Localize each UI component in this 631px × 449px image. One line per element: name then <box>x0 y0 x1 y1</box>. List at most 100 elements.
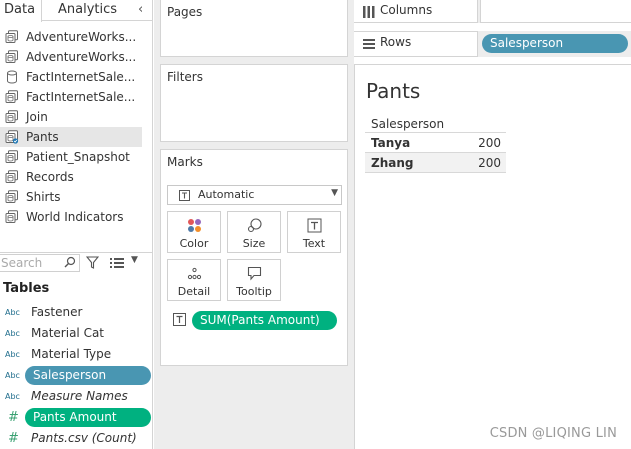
text-label-icon <box>307 218 322 233</box>
crosstab: Salesperson Tanya 200 Zhang 200 <box>365 115 506 173</box>
field-item[interactable]: Abc Measure Names <box>0 386 153 407</box>
data-source-item[interactable]: Pants <box>0 127 142 147</box>
detail-button-label: Detail <box>177 285 211 298</box>
data-source-item[interactable]: FactInternetSale... <box>0 67 153 87</box>
data-pane: Data Analytics ‹ AdventureWorks... Advent… <box>0 0 153 449</box>
columns-drop-zone[interactable] <box>480 0 631 23</box>
text-button[interactable]: Text <box>287 211 341 253</box>
datasource-stack-icon <box>5 210 19 224</box>
field-item[interactable]: # Pants.csv (Count) <box>0 428 153 449</box>
shelves-pane: Pages Filters Marks Automatic ▼ Color Si… <box>154 0 354 449</box>
rows-dimension-pill[interactable]: Salesperson <box>482 34 628 53</box>
data-source-item[interactable]: Records <box>0 167 153 187</box>
database-cylinder-icon <box>5 70 19 84</box>
columns-shelf-label-area: Columns <box>354 0 478 23</box>
columns-icon <box>363 6 375 18</box>
color-button-label: Color <box>179 237 209 250</box>
field-list: Abc Fastener Abc Material Cat Abc Material Ty… <box>0 302 153 449</box>
data-source-label: Patient_Snapshot <box>26 150 130 164</box>
data-source-label: Pants <box>26 130 59 144</box>
field-item[interactable]: Abc Fastener <box>0 302 153 323</box>
filter-icon[interactable] <box>86 256 99 269</box>
tooltip-bubble-icon <box>247 266 262 281</box>
data-source-item[interactable]: Patient_Snapshot <box>0 147 153 167</box>
collapse-pane-icon[interactable]: ‹ <box>138 1 150 19</box>
filters-card-title: Filters <box>167 70 203 84</box>
size-button[interactable]: Size <box>227 211 281 253</box>
field-item[interactable]: Abc Salesperson <box>0 365 153 386</box>
marks-measure-pill[interactable]: SUM(Pants Amount) <box>192 311 337 330</box>
size-button-label: Size <box>242 237 266 250</box>
data-source-label: Records <box>26 170 74 184</box>
table-row[interactable]: Zhang 200 <box>365 153 506 173</box>
field-name: Pants.csv (Count) <box>31 431 137 445</box>
datasource-stack-icon <box>5 110 19 124</box>
string-type-icon: Abc <box>5 308 20 317</box>
row-header-cell: Zhang <box>371 156 414 170</box>
string-type-icon: Abc <box>5 392 20 401</box>
tab-data[interactable]: Data <box>0 0 42 22</box>
data-source-item[interactable]: AdventureWorks... <box>0 27 153 47</box>
color-button[interactable]: Color <box>167 211 221 253</box>
field-item[interactable]: Abc Material Cat <box>0 323 153 344</box>
color-dots-icon <box>188 219 201 232</box>
field-pill: Pants Amount <box>25 408 151 427</box>
rows-icon <box>363 39 375 49</box>
field-name: Measure Names <box>31 389 128 403</box>
data-source-item[interactable]: World Indicators <box>0 207 153 227</box>
detail-button[interactable]: Detail <box>167 259 221 301</box>
data-source-item[interactable]: Shirts <box>0 187 153 207</box>
field-item[interactable]: # Pants Amount <box>0 407 153 428</box>
datasource-stack-icon <box>5 190 19 204</box>
text-mark-icon <box>179 190 190 201</box>
field-item[interactable]: Abc Material Type <box>0 344 153 365</box>
value-cell: 200 <box>478 156 501 170</box>
value-cell: 200 <box>478 136 501 150</box>
rows-shelf: Rows Salesperson <box>354 31 631 57</box>
field-pill: Salesperson <box>25 366 151 385</box>
data-source-item[interactable]: AdventureWorks... <box>0 47 153 67</box>
watermark: CSDN @LIQING LIN <box>489 426 617 441</box>
tab-analytics[interactable]: Analytics <box>58 0 117 21</box>
datasource-stack-icon <box>5 170 19 184</box>
marks-card-title: Marks <box>167 155 203 169</box>
datasource-stack-icon <box>5 50 19 64</box>
data-source-label: Join <box>26 110 48 124</box>
string-type-icon: Abc <box>5 371 20 380</box>
filters-card[interactable]: Filters <box>160 64 348 142</box>
marks-card: Marks Automatic ▼ Color Size Text Detail… <box>160 149 348 366</box>
string-type-icon: Abc <box>5 350 20 359</box>
mark-type-label: Automatic <box>198 188 255 201</box>
data-source-label: AdventureWorks... <box>26 30 137 44</box>
data-source-item[interactable]: Join <box>0 107 153 127</box>
crosstab-header[interactable]: Salesperson <box>365 115 506 133</box>
field-name: Material Cat <box>31 326 105 340</box>
data-source-label: FactInternetSale... <box>26 90 136 104</box>
table-row[interactable]: Tanya 200 <box>365 133 506 153</box>
view-options-caret-icon[interactable]: ▼ <box>131 255 138 265</box>
text-encoding-icon[interactable] <box>173 313 186 326</box>
worksheet-area: Columns Rows Salesperson Pants Salespers… <box>354 0 631 449</box>
chevron-down-icon: ▼ <box>331 188 338 198</box>
data-pane-tabs: Data Analytics ‹ <box>0 0 153 22</box>
tooltip-button[interactable]: Tooltip <box>227 259 281 301</box>
datasource-stack-icon <box>5 90 19 104</box>
data-source-list: AdventureWorks... AdventureWorks... FactIn… <box>0 27 153 227</box>
data-source-item[interactable]: FactInternetSale... <box>0 87 153 107</box>
crosstab-rows: Tanya 200 Zhang 200 <box>365 133 506 173</box>
view-canvas: Pants Salesperson Tanya 200 Zhang 200 <box>354 64 631 449</box>
sheet-title[interactable]: Pants <box>366 79 420 103</box>
datasource-stack-icon <box>5 30 19 44</box>
rows-shelf-label-area: Rows <box>354 31 478 57</box>
search-icon[interactable] <box>64 256 76 268</box>
list-view-icon[interactable] <box>110 258 124 268</box>
detail-dots-icon <box>187 267 202 280</box>
field-name: Material Type <box>31 347 112 361</box>
number-type-icon: # <box>8 431 19 446</box>
pages-card[interactable]: Pages <box>160 0 348 57</box>
rows-shelf-label: Rows <box>380 35 412 49</box>
columns-shelf-label: Columns <box>380 3 433 17</box>
data-source-label: FactInternetSale... <box>26 70 136 84</box>
text-button-label: Text <box>302 237 326 250</box>
mark-type-dropdown[interactable]: Automatic ▼ <box>167 185 342 205</box>
